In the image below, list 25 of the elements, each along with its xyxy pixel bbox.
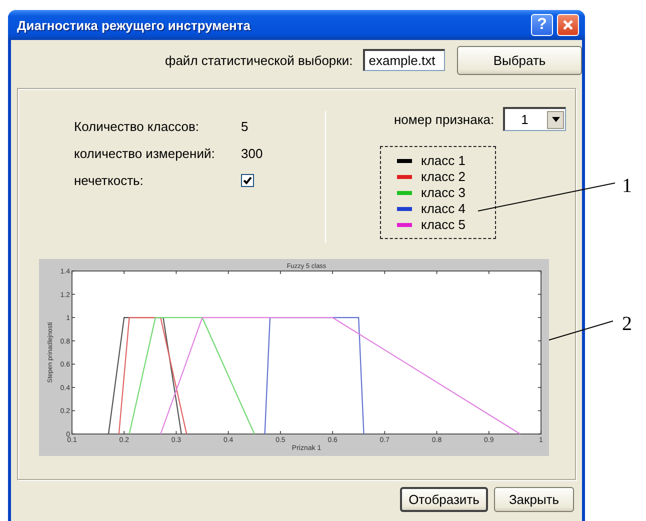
caret-icon xyxy=(552,117,560,122)
legend-label: класс 1 xyxy=(421,153,466,168)
close-dialog-button[interactable]: Закрыть xyxy=(494,487,574,512)
stat-label: нечеткость: xyxy=(74,173,144,188)
feature-dropdown[interactable]: 1 xyxy=(503,107,566,131)
leader-line xyxy=(548,320,614,340)
stat-label: количество измерений: xyxy=(74,146,216,161)
window-title: Диагностика режущего инструмента xyxy=(17,18,252,32)
callout-number: 1 xyxy=(622,175,632,198)
legend-label: класс 2 xyxy=(421,169,466,184)
legend-label: класс 3 xyxy=(421,185,466,200)
stat-label: Количество классов: xyxy=(74,119,200,134)
legend-label: класс 5 xyxy=(421,217,466,232)
legend-label: класс 4 xyxy=(421,201,466,216)
stat-value: 5 xyxy=(241,119,248,134)
close-icon xyxy=(562,19,574,31)
close-button[interactable] xyxy=(557,14,579,36)
browse-button[interactable]: Выбрать xyxy=(457,46,582,74)
fuzziness-checkbox[interactable] xyxy=(241,174,254,187)
feature-label: номер признака: xyxy=(394,112,494,126)
show-button[interactable]: Отобразить xyxy=(400,487,488,512)
file-label: файл статистической выборки: xyxy=(165,52,353,68)
stat-value: 300 xyxy=(241,146,263,161)
file-field[interactable]: example.txt xyxy=(362,49,445,71)
callout-number: 2 xyxy=(622,313,632,336)
